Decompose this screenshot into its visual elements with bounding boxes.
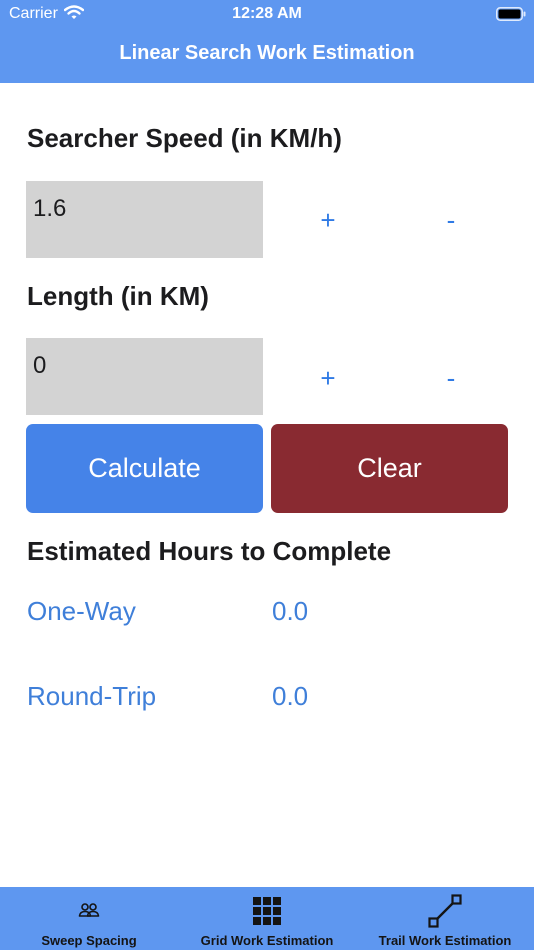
- length-input[interactable]: 0: [26, 338, 263, 415]
- speed-increase-button[interactable]: +: [298, 205, 358, 235]
- grid-icon: [253, 897, 281, 925]
- speed-decrease-button[interactable]: -: [421, 205, 481, 235]
- tab-trail-work-estimation-label: Trail Work Estimation: [378, 933, 512, 948]
- people-icon: [78, 903, 100, 917]
- tab-bar: Sweep Spacing Grid Work Estimation Trail…: [0, 887, 534, 950]
- one-way-value: 0.0: [272, 596, 309, 626]
- clear-button[interactable]: Clear: [271, 424, 508, 513]
- results-title: Estimated Hours to Complete: [27, 536, 392, 566]
- length-input-value: 0: [33, 352, 47, 379]
- status-bar: Carrier 12:28 AM: [0, 0, 534, 28]
- calculate-button[interactable]: Calculate: [26, 424, 263, 513]
- speed-input-value: 1.6: [33, 195, 67, 222]
- status-time: 12:28 AM: [232, 5, 302, 22]
- tab-trail-work-estimation[interactable]: Trail Work Estimation: [356, 887, 534, 950]
- length-label: Length (in KM): [27, 281, 209, 311]
- speed-input[interactable]: 1.6: [26, 181, 263, 258]
- navigation-header: Carrier 12:28 AM Linear Search Work Esti…: [0, 0, 534, 83]
- tab-sweep-spacing-label: Sweep Spacing: [41, 933, 137, 948]
- battery-icon: [496, 7, 526, 21]
- tab-grid-work-estimation-label: Grid Work Estimation: [200, 933, 334, 948]
- speed-label: Searcher Speed (in KM/h): [27, 123, 342, 153]
- round-trip-label: Round-Trip: [27, 681, 157, 711]
- tab-sweep-spacing[interactable]: Sweep Spacing: [0, 887, 178, 950]
- line-icon: [428, 894, 462, 928]
- length-decrease-button[interactable]: -: [421, 363, 481, 393]
- page-title: Linear Search Work Estimation: [119, 42, 415, 64]
- tab-grid-work-estimation[interactable]: Grid Work Estimation: [178, 887, 356, 950]
- length-increase-button[interactable]: +: [298, 363, 358, 393]
- one-way-label: One-Way: [27, 596, 136, 626]
- round-trip-value: 0.0: [272, 681, 309, 711]
